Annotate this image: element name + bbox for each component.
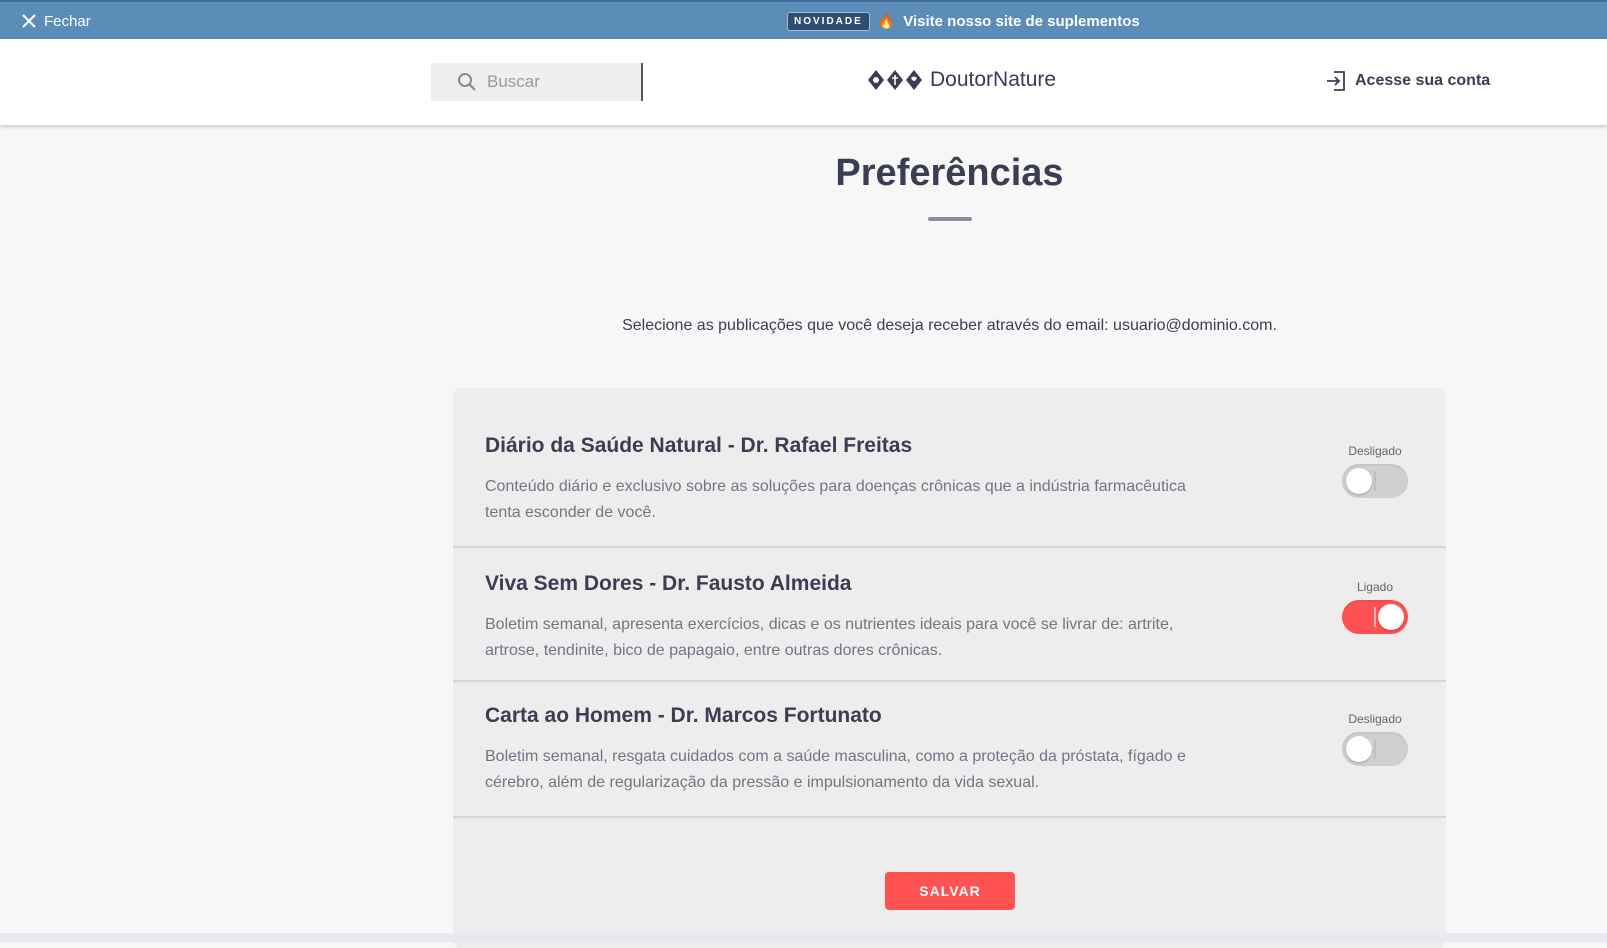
preferences-card: Diário da Saúde Natural - Dr. Rafael Fre… xyxy=(453,388,1446,948)
promo-link[interactable]: NOVIDADE 🔥 Visite nosso site de suplemen… xyxy=(787,11,1140,31)
newsletter-toggle-group: Desligado xyxy=(1342,712,1408,766)
newsletter-title: Carta ao Homem - Dr. Marcos Fortunato xyxy=(485,704,882,727)
subscription-toggle[interactable] xyxy=(1342,732,1408,766)
promo-text: Visite nosso site de suplementos xyxy=(903,12,1140,30)
toggle-knob xyxy=(1378,604,1404,630)
newsletter-toggle-group: Desligado xyxy=(1342,444,1408,498)
toggle-state-label: Desligado xyxy=(1348,444,1402,458)
brand-name: DoutorNature xyxy=(930,68,1057,91)
close-banner-button[interactable]: Fechar xyxy=(22,11,91,31)
newsletter-title: Diário da Saúde Natural - Dr. Rafael Fre… xyxy=(485,434,913,457)
toggle-knob xyxy=(1346,736,1372,762)
toggle-state-label: Desligado xyxy=(1348,712,1402,726)
login-icon xyxy=(1327,71,1345,91)
toggle-divider xyxy=(1374,471,1376,491)
save-button[interactable]: SALVAR xyxy=(885,872,1015,910)
search-icon[interactable] xyxy=(457,72,477,92)
close-label: Fechar xyxy=(44,12,91,30)
search-box[interactable] xyxy=(431,63,643,101)
account-link[interactable]: Acesse sua conta xyxy=(1325,69,1490,93)
close-icon xyxy=(22,14,36,28)
site-logo[interactable]: DoutorNature xyxy=(866,65,1056,95)
newsletter-item: Viva Sem Dores - Dr. Fausto Almeida Bole… xyxy=(453,548,1446,682)
newsletter-description: Boletim semanal, apresenta exercícios, d… xyxy=(485,616,1174,659)
newsletter-description: Conteúdo diário e exclusivo sobre as sol… xyxy=(485,478,1186,521)
toggle-divider xyxy=(1374,607,1376,627)
toggle-knob xyxy=(1346,468,1372,494)
top-banner: Fechar NOVIDADE 🔥 Visite nosso site de s… xyxy=(0,0,1607,39)
bottom-strip xyxy=(0,933,1607,942)
toggle-state-label: Ligado xyxy=(1356,580,1394,594)
newsletter-item: Carta ao Homem - Dr. Marcos Fortunato Bo… xyxy=(453,682,1446,818)
subscription-toggle[interactable] xyxy=(1342,464,1408,498)
search-input[interactable] xyxy=(487,72,627,92)
newsletter-toggle-group: Ligado xyxy=(1342,580,1408,634)
logo-icon xyxy=(868,70,922,90)
new-badge: NOVIDADE xyxy=(787,11,870,31)
flame-icon: 🔥 xyxy=(877,12,896,29)
toggle-divider xyxy=(1374,739,1376,759)
newsletter-description: Boletim semanal, resgata cuidados com a … xyxy=(485,748,1186,791)
newsletter-item: Diário da Saúde Natural - Dr. Rafael Fre… xyxy=(453,388,1446,548)
subscription-toggle[interactable] xyxy=(1342,600,1408,634)
account-label: Acesse sua conta xyxy=(1355,72,1491,89)
newsletter-title: Viva Sem Dores - Dr. Fausto Almeida xyxy=(485,572,852,595)
title-divider xyxy=(928,217,972,221)
page-title: Preferências xyxy=(835,152,1064,194)
site-header: DoutorNature Acesse sua conta xyxy=(0,39,1607,125)
intro-text: Selecione as publicações que você deseja… xyxy=(622,317,1277,334)
